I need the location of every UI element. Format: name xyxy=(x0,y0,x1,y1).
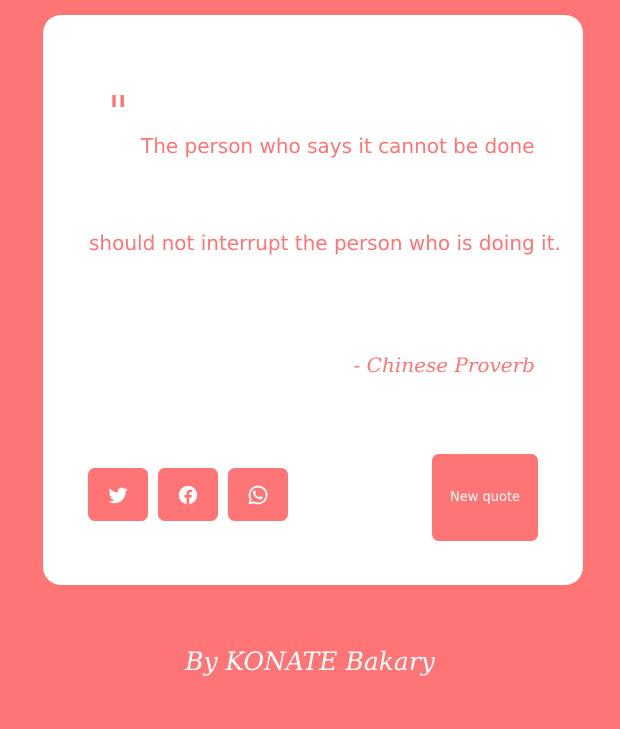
whatsapp-icon xyxy=(248,485,268,504)
share-twitter-button[interactable] xyxy=(88,468,148,521)
footer-credit: By KONATE Bakary xyxy=(185,647,435,676)
quote-text-line-1: The person who says it cannot be done xyxy=(141,134,535,158)
facebook-icon xyxy=(178,485,198,504)
share-facebook-button[interactable] xyxy=(158,468,218,521)
quote-author: - Chinese Proverb xyxy=(353,353,535,377)
share-whatsapp-button[interactable] xyxy=(228,468,288,521)
new-quote-button[interactable]: New quote xyxy=(432,454,538,541)
quote-card: " The person who says it cannot be done … xyxy=(43,15,583,585)
quote-text-line-2: should not interrupt the person who is d… xyxy=(89,231,561,255)
twitter-icon xyxy=(108,487,128,503)
quote-mark-icon: " xyxy=(108,87,129,138)
